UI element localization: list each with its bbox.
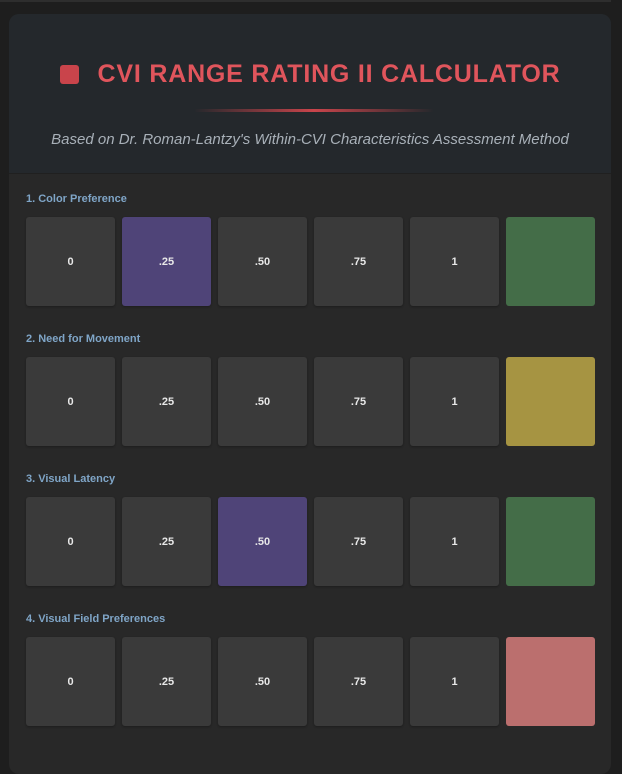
rating-option-button[interactable]: .25 — [122, 637, 211, 726]
rating-option-button[interactable]: .75 — [314, 357, 403, 446]
section-label: 1. Color Preference — [26, 193, 127, 205]
score-color-indicator — [506, 217, 595, 306]
rating-option-button[interactable]: .25 — [122, 497, 211, 586]
rating-option-button[interactable]: 1 — [410, 217, 499, 306]
score-color-indicator — [506, 357, 595, 446]
page-title: CVI RANGE RATING II CALCULATOR — [97, 60, 561, 88]
rating-options: 0.25.50.75 1 — [26, 637, 595, 726]
rating-option-button[interactable]: .50 — [218, 497, 307, 586]
rating-option-button[interactable]: .25 — [122, 357, 211, 446]
section-label: 3. Visual Latency — [26, 473, 116, 485]
title-divider — [194, 109, 434, 112]
rating-option-button[interactable]: .75 — [314, 497, 403, 586]
page-subtitle: Based on Dr. Roman-Lantzy's Within-CVI C… — [51, 131, 569, 148]
rating-option-button[interactable]: 0 — [26, 217, 115, 306]
rating-option-button[interactable]: 1 — [410, 497, 499, 586]
rating-option-button[interactable]: .75 — [314, 217, 403, 306]
top-border — [0, 0, 622, 2]
rating-option-button[interactable]: 1 — [410, 637, 499, 726]
header: CVI RANGE RATING II CALCULATOR Based on … — [9, 14, 611, 174]
section-1: 1. Color Preference 0.25.50.75 1 — [26, 191, 596, 306]
score-color-indicator — [506, 637, 595, 726]
rating-options: 0.25.50.75 1 — [26, 357, 595, 446]
section-label: 4. Visual Field Preferences — [26, 613, 166, 625]
rating-option-button[interactable]: .75 — [314, 637, 403, 726]
rating-option-button[interactable]: .50 — [218, 357, 307, 446]
rating-options: 0.25.50.75 1 — [26, 217, 595, 306]
rating-option-button[interactable]: 0 — [26, 497, 115, 586]
red-square-icon — [59, 65, 79, 84]
rating-option-button[interactable]: 0 — [26, 357, 115, 446]
scrollbar[interactable] — [611, 0, 622, 757]
title-row: CVI RANGE RATING II CALCULATOR — [9, 60, 611, 89]
rating-options: 0.25.50.75 1 — [26, 497, 595, 586]
section-label: 2. Need for Movement — [26, 333, 141, 345]
rating-option-button[interactable]: 1 — [410, 357, 499, 446]
rating-option-button[interactable]: 0 — [26, 637, 115, 726]
section-3: 3. Visual Latency 0.25.50.75 1 — [26, 471, 596, 586]
section-2: 2. Need for Movement 0.25.50.75 1 — [26, 331, 596, 446]
rating-option-button[interactable]: .50 — [218, 637, 307, 726]
calculator-card: CVI RANGE RATING II CALCULATOR Based on … — [9, 14, 611, 774]
section-4: 4. Visual Field Preferences 0.25.50.75 1 — [26, 611, 596, 726]
score-color-indicator — [506, 497, 595, 586]
rating-option-button[interactable]: .25 — [122, 217, 211, 306]
rating-option-button[interactable]: .50 — [218, 217, 307, 306]
